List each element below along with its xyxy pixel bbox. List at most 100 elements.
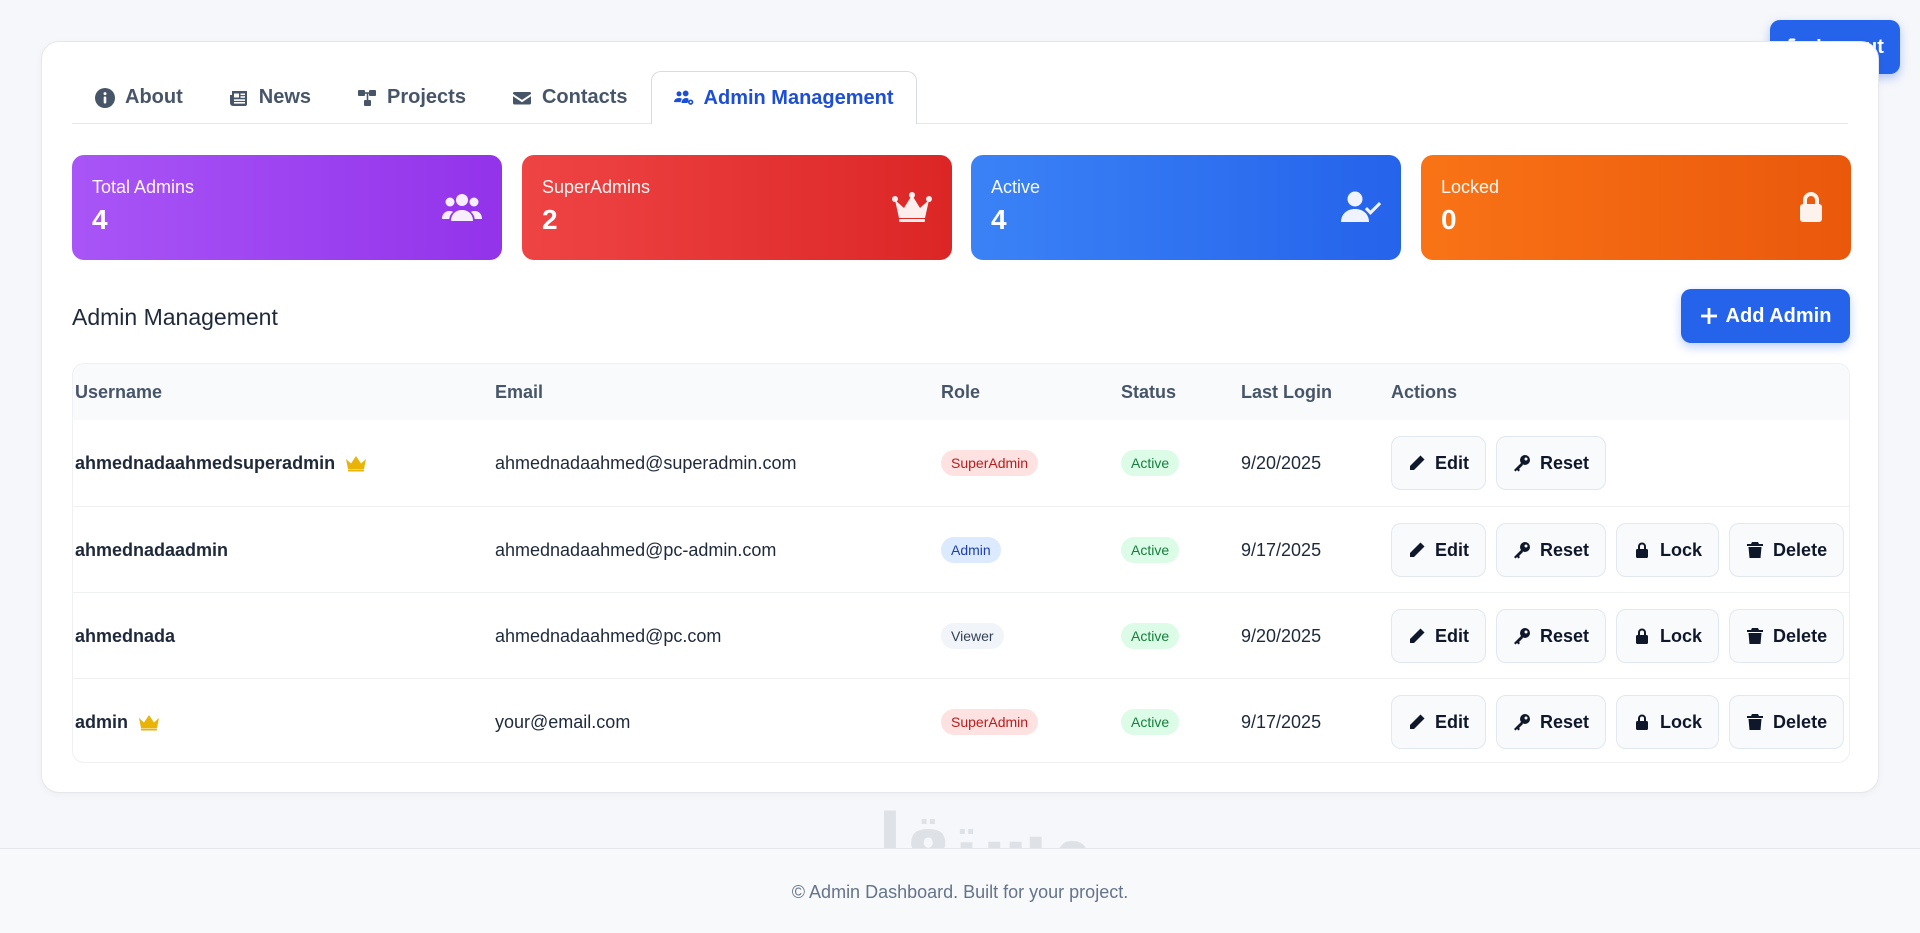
stat-value: 2 — [542, 204, 558, 235]
role-badge: Viewer — [941, 623, 1004, 649]
footer-text: © Admin Dashboard. Built for your projec… — [791, 882, 1129, 902]
plus-icon — [1700, 308, 1717, 324]
delete-label: Delete — [1773, 625, 1828, 646]
reset-label: Reset — [1540, 452, 1590, 473]
stat-card-superadmins: SuperAdmins 2 — [522, 155, 952, 260]
col-last-login: Last Login — [1241, 382, 1332, 402]
reset-label: Reset — [1540, 539, 1590, 560]
stat-value: 0 — [1441, 204, 1457, 235]
key-icon — [1514, 628, 1530, 645]
status-cell: Active — [1121, 593, 1180, 679]
edit-label: Edit — [1435, 539, 1469, 560]
edit-label: Edit — [1435, 625, 1469, 646]
col-role: Role — [941, 382, 981, 402]
key-icon — [1514, 455, 1530, 472]
lock-icon — [1791, 189, 1831, 225]
newspaper-icon — [229, 90, 247, 106]
main-panel: About News Projects Contacts Admin Manag… — [41, 41, 1879, 793]
table-row: admin your@email.com SuperAdmin Active 9/17/… — [73, 678, 1849, 762]
lock-label: Lock — [1660, 539, 1703, 560]
role-cell: SuperAdmin — [941, 420, 1039, 506]
status-badge: Active — [1121, 709, 1180, 735]
table-header: Username Email Role Status Last Login Ac… — [73, 364, 1849, 420]
tab-about[interactable]: About — [72, 71, 206, 123]
tab-projects[interactable]: Projects — [334, 71, 489, 123]
stat-value: 4 — [92, 204, 108, 235]
col-username: Username — [75, 382, 163, 402]
reset-button[interactable]: Reset — [1496, 609, 1607, 663]
reset-label: Reset — [1540, 711, 1590, 732]
lock-button[interactable]: Lock — [1616, 523, 1720, 577]
tab-projects-label: Projects — [387, 86, 466, 108]
reset-label: Reset — [1540, 625, 1590, 646]
pencil-icon — [1410, 455, 1425, 470]
tab-bar: About News Projects Contacts Admin Manag… — [72, 71, 1848, 124]
lock-button[interactable]: Lock — [1616, 609, 1720, 663]
reset-button[interactable]: Reset — [1496, 695, 1607, 749]
table-row: ahmednadaahmedsuperadmin ahmednadaahmed@s… — [73, 420, 1849, 506]
stat-label: SuperAdmins — [542, 177, 651, 197]
lock-button[interactable]: Lock — [1616, 695, 1720, 749]
lock-icon — [1636, 714, 1649, 730]
stats-cards: Total Admins 4 SuperAdmins 2 Active 4 Lo… — [72, 155, 1851, 260]
actions-cell: Edit Reset Lock Delete — [1391, 593, 1845, 679]
role-cell: Admin — [941, 507, 1001, 593]
trash-icon — [1747, 628, 1764, 644]
pencil-icon — [1410, 628, 1425, 643]
stat-card-total-admins: Total Admins 4 — [72, 155, 502, 260]
edit-button[interactable]: Edit — [1391, 523, 1486, 577]
delete-button[interactable]: Delete — [1729, 609, 1845, 663]
key-icon — [1514, 542, 1530, 559]
delete-button[interactable]: Delete — [1729, 523, 1845, 577]
admin-table: Username Email Role Status Last Login Ac… — [72, 363, 1850, 763]
users-gear-icon — [673, 90, 693, 105]
tab-contacts[interactable]: Contacts — [489, 71, 651, 123]
status-badge: Active — [1121, 450, 1180, 476]
tab-admin-management-label: Admin Management — [703, 86, 894, 109]
trash-icon — [1747, 714, 1764, 730]
edit-label: Edit — [1435, 452, 1469, 473]
info-icon — [95, 87, 115, 108]
edit-button[interactable]: Edit — [1391, 695, 1486, 749]
tab-news[interactable]: News — [206, 71, 334, 123]
edit-button[interactable]: Edit — [1391, 609, 1486, 663]
tab-about-label: About — [125, 86, 183, 108]
last-login-cell: 9/17/2025 — [1241, 539, 1322, 560]
table-row: ahmednada ahmednadaahmed@pc.com Viewer Acti… — [73, 592, 1849, 678]
user-check-icon — [1341, 189, 1382, 225]
add-admin-button[interactable]: Add Admin — [1681, 289, 1850, 343]
table-body: ahmednadaahmedsuperadmin ahmednadaahmed@s… — [73, 420, 1849, 762]
last-login-cell: 9/17/2025 — [1241, 711, 1322, 732]
pencil-icon — [1410, 542, 1425, 557]
role-badge: SuperAdmin — [941, 709, 1039, 735]
delete-label: Delete — [1773, 539, 1828, 560]
edit-button[interactable]: Edit — [1391, 436, 1486, 490]
reset-button[interactable]: Reset — [1496, 436, 1607, 490]
status-badge: Active — [1121, 537, 1180, 563]
section-title: Admin Management — [72, 304, 278, 330]
email-cell: ahmednadaahmed@pc-admin.com — [495, 539, 777, 560]
stat-card-locked: Locked 0 — [1421, 155, 1851, 260]
key-icon — [1514, 714, 1530, 731]
stat-card-active: Active 4 — [971, 155, 1401, 260]
actions-cell: Edit Reset Lock Delete — [1391, 507, 1845, 593]
delete-button[interactable]: Delete — [1729, 695, 1845, 749]
status-badge: Active — [1121, 623, 1180, 649]
last-login-cell: 9/20/2025 — [1241, 625, 1322, 646]
reset-button[interactable]: Reset — [1496, 523, 1607, 577]
username-cell: ahmednada — [75, 593, 175, 679]
lock-label: Lock — [1660, 711, 1703, 732]
username-cell: admin — [75, 679, 160, 762]
username: ahmednadaadmin — [75, 539, 229, 560]
edit-label: Edit — [1435, 711, 1469, 732]
col-actions: Actions — [1391, 382, 1458, 402]
username-cell: ahmednadaadmin — [75, 507, 228, 593]
role-badge: SuperAdmin — [941, 450, 1039, 476]
actions-cell: Edit Reset — [1391, 420, 1607, 506]
status-cell: Active — [1121, 420, 1180, 506]
stat-value: 4 — [991, 204, 1007, 235]
email-cell: ahmednadaahmed@superadmin.com — [495, 452, 797, 473]
stat-label: Locked — [1441, 177, 1500, 197]
username: admin — [75, 711, 129, 732]
tab-admin-management[interactable]: Admin Management — [650, 71, 917, 124]
